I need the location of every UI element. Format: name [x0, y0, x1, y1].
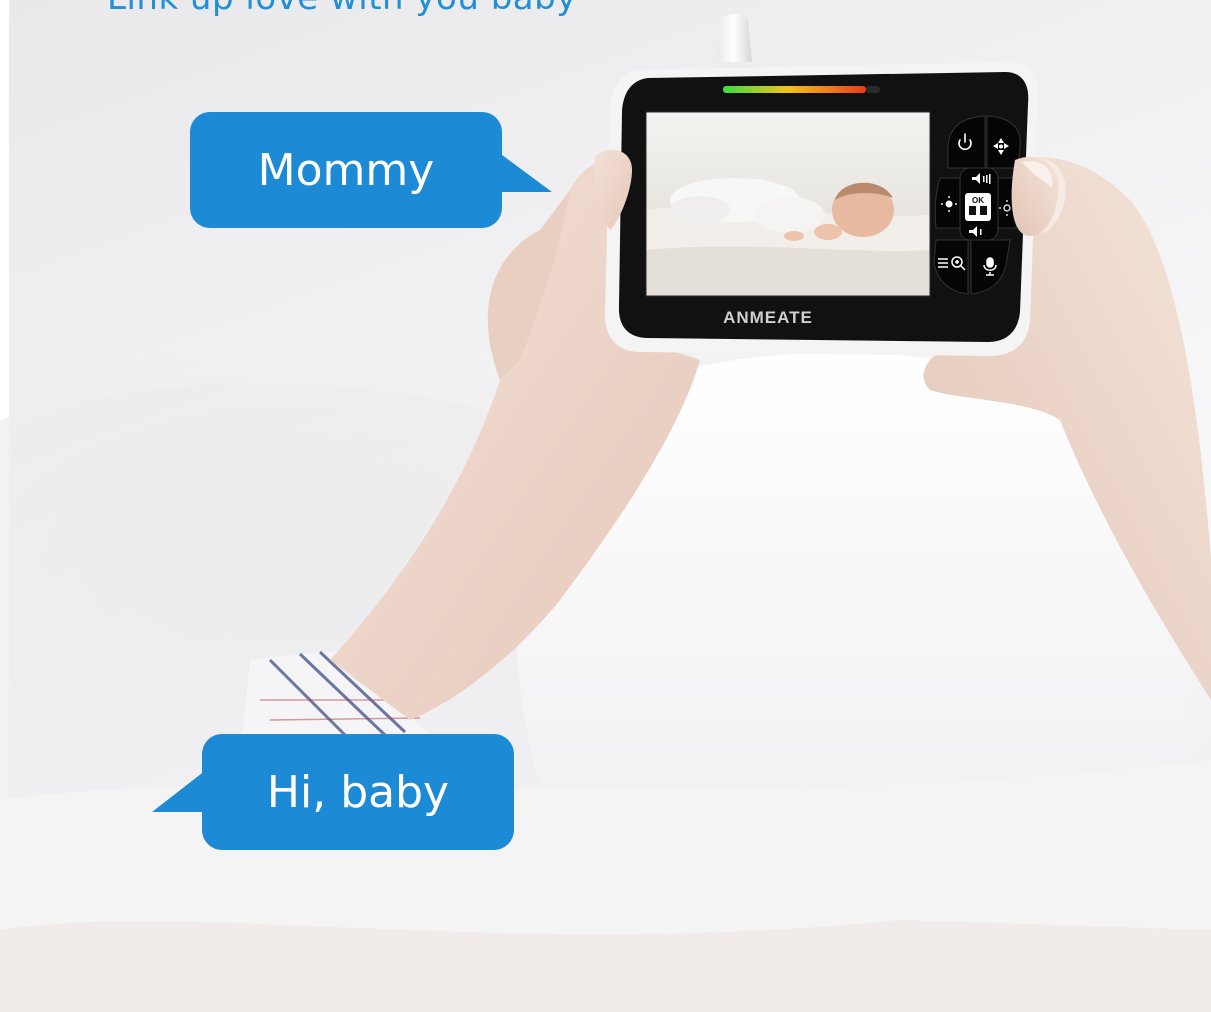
device-brand: ANMEATE — [723, 308, 813, 327]
speech-bubble-text: Mommy — [257, 144, 435, 196]
ok-label: OK — [972, 196, 984, 205]
product-image: Link up love with you baby — [0, 0, 1211, 1012]
bubble-tail-top — [498, 152, 552, 192]
speech-bubble-mommy: Mommy — [190, 112, 502, 228]
scene-illustration: ANMEATE OK — [0, 14, 1211, 1012]
speech-bubble-baby: Hi, baby — [202, 734, 514, 850]
speech-bubble-text: Hi, baby — [266, 766, 450, 818]
